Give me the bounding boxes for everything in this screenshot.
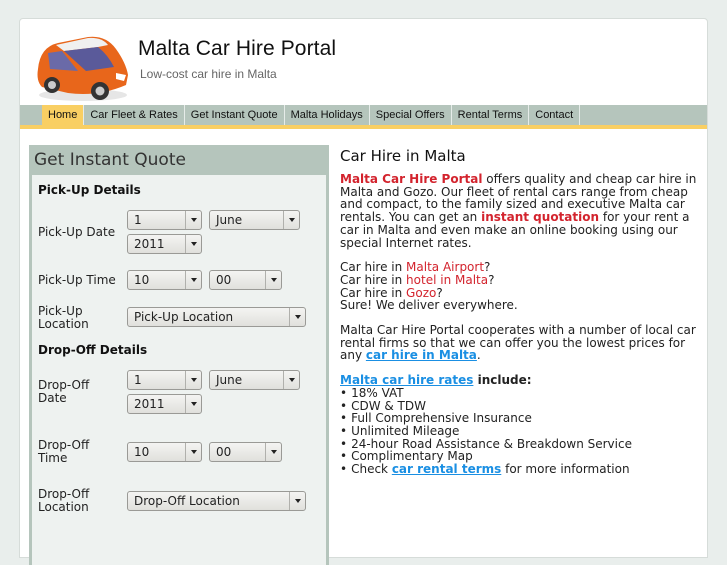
list-item: Check car rental terms for more informat…: [340, 463, 700, 476]
chevron-down-icon: [185, 235, 201, 253]
intro-paragraph: Malta Car Hire Portal offers quality and…: [340, 172, 697, 250]
dropoff-time-label: Drop-Off Time: [38, 438, 90, 465]
pickup-year-value: 2011: [134, 237, 165, 251]
chevron-down-icon: [289, 492, 305, 510]
chevron-down-icon: [289, 308, 305, 326]
car-hire-in-malta-link[interactable]: car hire in Malta: [366, 348, 477, 362]
main-nav: Home Car Fleet & Rates Get Instant Quote…: [20, 105, 707, 129]
pickup-time-label: Pick-Up Time: [38, 273, 116, 287]
pickup-hour-select[interactable]: 10: [127, 270, 202, 290]
nav-special-offers[interactable]: Special Offers: [370, 105, 452, 125]
rates-include-label: include:: [473, 373, 532, 388]
nav-car-fleet-rates[interactable]: Car Fleet & Rates: [84, 105, 185, 125]
deliver-text: Sure! We deliver everywhere.: [340, 298, 518, 313]
dropoff-month-select[interactable]: June: [209, 370, 300, 390]
chevron-down-icon: [283, 211, 299, 229]
list-item: Unlimited Mileage: [340, 425, 700, 438]
quote-panel-title: Get Instant Quote: [34, 150, 186, 170]
quote-form: Pick-Up Details Pick-Up Date 1 June 2011…: [32, 175, 326, 565]
site-tagline: Low-cost car hire in Malta: [140, 67, 277, 81]
pickup-location-value: Pick-Up Location: [134, 310, 234, 324]
dropoff-year-select[interactable]: 2011: [127, 394, 202, 414]
instant-quote-panel: Get Instant Quote Pick-Up Details Pick-U…: [29, 145, 329, 565]
chevron-down-icon: [185, 443, 201, 461]
pickup-day-select[interactable]: 1: [127, 210, 202, 230]
pickup-year-select[interactable]: 2011: [127, 234, 202, 254]
rates-section: Malta car hire rates include: 18% VAT CD…: [340, 374, 700, 476]
dropoff-minute-value: 00: [216, 445, 232, 459]
nav-rental-terms[interactable]: Rental Terms: [452, 105, 530, 125]
chevron-down-icon: [265, 443, 281, 461]
dropoff-hour-select[interactable]: 10: [127, 442, 202, 462]
dropoff-hour-value: 10: [134, 445, 150, 459]
nav-contact[interactable]: Contact: [529, 105, 581, 125]
pickup-month-select[interactable]: June: [209, 210, 300, 230]
list-item: 18% VAT: [340, 387, 700, 400]
dropoff-details-heading: Drop-Off Details: [38, 343, 148, 357]
pickup-minute-value: 00: [216, 273, 232, 287]
chevron-down-icon: [265, 271, 281, 289]
dropoff-day-value: 1: [134, 373, 142, 387]
nav-home[interactable]: Home: [42, 105, 85, 125]
dropoff-month-value: June: [216, 373, 243, 387]
dropoff-day-select[interactable]: 1: [127, 370, 202, 390]
nav-malta-holidays[interactable]: Malta Holidays: [285, 105, 370, 125]
rates-list: 18% VAT CDW & TDW Full Comprehensive Ins…: [340, 387, 700, 476]
pickup-location-select[interactable]: Pick-Up Location: [127, 307, 306, 327]
chevron-down-icon: [185, 371, 201, 389]
dropoff-location-value: Drop-Off Location: [134, 494, 240, 508]
chevron-down-icon: [283, 371, 299, 389]
chevron-down-icon: [185, 395, 201, 413]
main-content: Car Hire in Malta Malta Car Hire Portal …: [340, 147, 700, 476]
pickup-details-heading: Pick-Up Details: [38, 183, 141, 197]
dropoff-location-label: Drop-Off Location: [38, 487, 90, 514]
cooperate-paragraph: Malta Car Hire Portal cooperates with a …: [340, 323, 696, 363]
dropoff-date-label: Drop-Off Date: [38, 378, 90, 405]
dropoff-minute-select[interactable]: 00: [209, 442, 282, 462]
content-heading: Car Hire in Malta: [340, 147, 466, 165]
locations-paragraph: Car hire in Malta Airport? Car hire in h…: [340, 260, 518, 313]
car-rental-terms-link[interactable]: car rental terms: [392, 462, 501, 476]
site-header: Malta Car Hire Portal Low-cost car hire …: [20, 19, 707, 103]
site-title: Malta Car Hire Portal: [138, 37, 337, 60]
pickup-month-value: June: [216, 213, 243, 227]
pickup-date-label: Pick-Up Date: [38, 225, 116, 239]
pickup-hour-value: 10: [134, 273, 150, 287]
page-container: Malta Car Hire Portal Low-cost car hire …: [19, 18, 708, 565]
dropoff-year-value: 2011: [134, 397, 165, 411]
pickup-minute-select[interactable]: 00: [209, 270, 282, 290]
pickup-location-label: Pick-Up Location: [38, 304, 89, 331]
chevron-down-icon: [185, 271, 201, 289]
nav-get-instant-quote[interactable]: Get Instant Quote: [185, 105, 285, 125]
pickup-day-value: 1: [134, 213, 142, 227]
orange-car-icon[interactable]: [28, 27, 134, 107]
chevron-down-icon: [185, 211, 201, 229]
dropoff-location-select[interactable]: Drop-Off Location: [127, 491, 306, 511]
